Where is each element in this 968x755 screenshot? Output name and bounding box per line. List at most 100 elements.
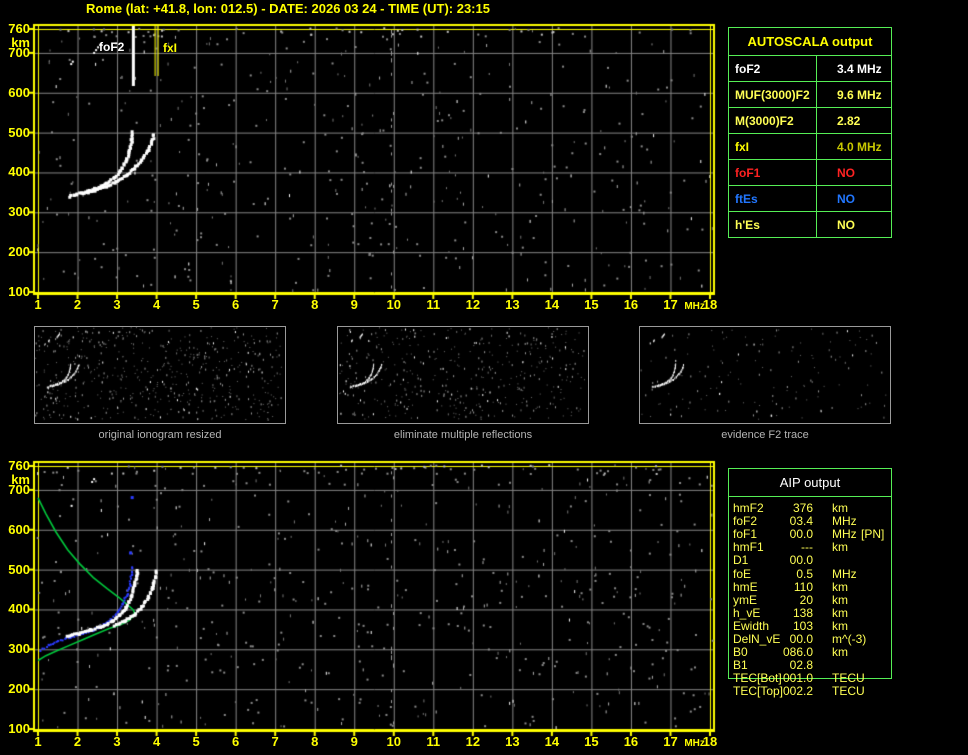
fof2-marker-label: foF2: [99, 40, 125, 54]
aip-row: hmE 110 km: [728, 579, 898, 594]
aip-param-unit: km: [832, 645, 848, 660]
thumbnail-original-canvas: [35, 327, 283, 421]
y-axis-unit-label: km: [11, 35, 30, 50]
bottom-ionogram-canvas: [28, 460, 718, 740]
autoscala-row: h'Es NO: [729, 211, 891, 237]
autoscala-app-window: Rome (lat: +41.8, lon: 012.5) - DATE: 20…: [0, 0, 968, 755]
aip-param-value: 00.0: [789, 553, 813, 568]
aip-param-unit: km: [832, 501, 848, 515]
aip-param-unit: km: [832, 579, 848, 594]
x-axis-tick-label: 10: [386, 734, 401, 749]
y-axis-tick-label: 200: [8, 681, 30, 697]
autoscala-param-value: 2.82: [837, 113, 861, 128]
thumbnail-caption-evidence: evidence F2 trace: [721, 429, 809, 441]
aip-row: ymE 20 km: [728, 592, 898, 607]
aip-param-value: ---: [801, 540, 813, 555]
x-axis-tick-label: 5: [192, 734, 200, 749]
aip-param-label: foF2: [733, 514, 758, 529]
x-axis-tick-label: 2: [73, 297, 82, 312]
x-axis-tick-label: 5: [192, 297, 200, 312]
x-axis-tick-label: 15: [584, 734, 599, 749]
aip-param-unit: km: [832, 592, 848, 607]
y-axis-tick-label: 200: [8, 244, 30, 260]
aip-row: foE 0.5 MHz: [728, 566, 898, 581]
aip-param-unit: km: [832, 605, 848, 620]
x-axis-tick-label: 9: [350, 297, 358, 312]
x-axis-tick-label: 17: [663, 297, 678, 312]
autoscala-row: M(3000)F2 2.82: [729, 107, 891, 133]
x-axis-tick-label: 9: [350, 734, 358, 749]
aip-row: h_vE 138 km: [728, 605, 898, 620]
y-axis-tick-label: 400: [8, 164, 30, 180]
aip-param-label: B0: [733, 645, 748, 660]
aip-row: B1 02.8: [728, 659, 898, 672]
aip-param-value: 03.4: [789, 514, 813, 529]
autoscala-param-value: 3.4 MHz: [837, 61, 882, 76]
x-axis-tick-label: 16: [623, 297, 639, 312]
x-axis-tick-label: 1: [34, 734, 42, 749]
autoscala-param-label: foF2: [729, 56, 817, 81]
autoscala-param-label: foF1: [729, 160, 817, 185]
aip-param-value: 110: [793, 579, 813, 594]
aip-row: foF2 03.4 MHz: [728, 515, 898, 528]
aip-param-unit: m^(-3): [832, 632, 867, 646]
aip-param-unit: TECU: [832, 671, 865, 686]
x-axis-tick-label: 3: [113, 734, 121, 749]
thumbnail-original-ionogram: [34, 326, 286, 424]
aip-param-value: 00.0: [789, 527, 813, 542]
aip-param-label: B1: [733, 658, 748, 673]
x-axis-tick-label: 13: [505, 297, 520, 312]
aip-param-unit: MHz: [832, 527, 857, 542]
aip-param-value: 376: [792, 501, 813, 515]
aip-panel-title: AIP output: [779, 475, 841, 490]
autoscala-row: MUF(3000)F2 9.6 MHz: [729, 81, 891, 107]
x-axis-tick-label: 4: [152, 734, 161, 749]
x-axis-tick-label: 11: [426, 734, 441, 749]
aip-row: TEC[Top] 002.2 TECU: [728, 685, 898, 698]
x-axis-tick-label: 4: [152, 297, 161, 312]
aip-param-label: D1: [733, 553, 749, 568]
autoscala-param-value: NO: [837, 217, 855, 232]
autoscala-param-label: h'Es: [729, 212, 817, 237]
aip-row: Ewidth 103 km: [728, 619, 898, 633]
x-axis-tick-label: 11: [426, 297, 441, 312]
aip-row: foF1 00.0 MHz [PN]: [728, 528, 898, 541]
x-axis-tick-label: 14: [544, 297, 560, 312]
fxi-marker-label: fxI: [163, 41, 178, 55]
x-axis-tick-label: 6: [232, 297, 240, 312]
aip-panel-separator: [729, 496, 891, 497]
y-axis-tick-label: 600: [8, 84, 30, 100]
y-axis-tick-label: 600: [8, 521, 30, 537]
x-axis-tick-label: 8: [311, 734, 319, 749]
autoscala-param-label: MUF(3000)F2: [729, 82, 817, 107]
thumbnail-eliminate-canvas: [338, 327, 586, 421]
autoscala-output-panel: AUTOSCALA output foF2 3.4 MHz MUF(3000)F2 9…: [728, 27, 892, 238]
aip-param-value: 002.2: [782, 684, 813, 699]
autoscala-row: foF1 NO: [729, 159, 891, 185]
aip-param-label: foF1: [733, 527, 758, 542]
aip-param-label: hmE: [733, 579, 758, 594]
y-axis-tick-label: 760: [8, 21, 30, 36]
aip-row: DelN_vE 00.0 m^(-3): [728, 633, 898, 646]
y-axis-unit-label: km: [11, 472, 30, 487]
autoscala-param-label: M(3000)F2: [729, 108, 817, 133]
aip-param-unit: MHz: [832, 514, 857, 529]
x-axis-tick-label: 13: [505, 734, 520, 749]
y-axis-tick-label: 400: [8, 601, 30, 617]
y-axis-tick-label: 760: [8, 458, 30, 473]
aip-row: TEC[Bot] 001.0 TECU: [728, 672, 898, 685]
aip-param-value: 001.0: [782, 671, 813, 686]
aip-row: B0 086.0 km: [728, 646, 898, 659]
aip-row: hmF1 --- km: [728, 541, 898, 554]
aip-param-value: 0.5: [796, 566, 813, 581]
thumbnail-caption-original: original ionogram resized: [98, 429, 222, 441]
aip-row: D1 00.0: [728, 554, 898, 567]
aip-param-value: 20: [799, 592, 813, 607]
y-axis-tick-label: 300: [8, 204, 30, 220]
autoscala-row: foF2 3.4 MHz: [729, 56, 891, 81]
aip-param-value: 00.0: [789, 632, 813, 646]
autoscala-param-value: 4.0 MHz: [837, 139, 882, 154]
autoscala-panel-title: AUTOSCALA output: [729, 28, 891, 56]
x-axis-tick-label: 7: [271, 297, 279, 312]
aip-param-value: 02.8: [789, 658, 813, 673]
